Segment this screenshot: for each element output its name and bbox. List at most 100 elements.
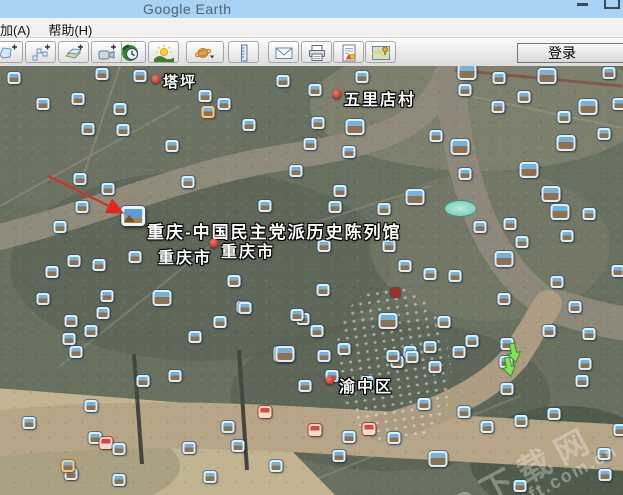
photo-icon[interactable] — [239, 302, 252, 314]
photo-icon[interactable] — [232, 440, 245, 452]
photo-icon[interactable] — [72, 93, 85, 105]
photo-icon[interactable] — [498, 293, 511, 305]
photo-icon[interactable] — [438, 316, 451, 328]
placemark-dot[interactable] — [210, 239, 219, 248]
place-label[interactable]: 塔坪 — [163, 71, 197, 92]
photo-icon[interactable] — [599, 469, 612, 481]
add-path-button[interactable] — [25, 41, 56, 63]
photo-icon[interactable] — [333, 450, 346, 462]
photo-icon[interactable] — [429, 361, 442, 373]
photo-icon[interactable] — [518, 91, 531, 103]
view-in-maps-button[interactable] — [365, 41, 396, 63]
photo-icon[interactable] — [199, 90, 212, 102]
placemark-dot[interactable] — [326, 376, 335, 385]
minimize-icon[interactable] — [577, 3, 588, 6]
photo-icon[interactable] — [576, 375, 589, 387]
photo-icon[interactable] — [346, 119, 365, 135]
photo-icon[interactable] — [183, 442, 196, 454]
photo-icon[interactable] — [277, 75, 290, 87]
photo-icon[interactable] — [189, 331, 202, 343]
photo-icon[interactable] — [243, 119, 256, 131]
photo-icon[interactable] — [579, 358, 592, 370]
photo-icon[interactable] — [228, 275, 241, 287]
photo-icon[interactable] — [356, 71, 369, 83]
photo-icon[interactable] — [291, 309, 304, 321]
planet-switch-button[interactable] — [186, 41, 224, 63]
photo-icon[interactable] — [37, 293, 50, 305]
photo-icon[interactable] — [85, 400, 98, 412]
menu-item-help[interactable]: 帮助(H) — [39, 18, 101, 39]
photo-icon[interactable] — [270, 460, 283, 472]
map-viewport[interactable]: 塔坪五里店村重庆-中国民主党派历史陈列馆重庆市重庆市渝中区 PC下载网 www.… — [0, 66, 623, 495]
photo-icon[interactable] — [23, 417, 36, 429]
login-button[interactable]: 登录 — [517, 43, 623, 63]
target-photo-icon[interactable] — [121, 206, 145, 226]
save-image-button[interactable] — [333, 41, 364, 63]
photo-icon[interactable] — [317, 284, 330, 296]
photo-icon[interactable] — [338, 343, 351, 355]
photo-icon[interactable] — [276, 346, 295, 362]
photo-icon[interactable] — [429, 451, 448, 467]
place-label[interactable]: 重庆市 — [158, 244, 212, 268]
photo-icon[interactable] — [93, 259, 106, 271]
photo-icon[interactable] — [37, 98, 50, 110]
photo-icon[interactable] — [614, 424, 623, 436]
photo-icon[interactable] — [309, 424, 322, 436]
photo-icon[interactable] — [343, 431, 356, 443]
photo-icon[interactable] — [117, 124, 130, 136]
photo-icon[interactable] — [583, 328, 596, 340]
photo-icon[interactable] — [557, 135, 576, 151]
photo-icon[interactable] — [134, 70, 147, 82]
photo-icon[interactable] — [204, 471, 217, 483]
photo-icon[interactable] — [96, 68, 109, 80]
print-button[interactable] — [301, 41, 332, 63]
add-polygon-button[interactable] — [0, 41, 23, 63]
photo-icon[interactable] — [458, 406, 471, 418]
menu-item-add[interactable]: 加(A) — [0, 18, 39, 39]
photo-icon[interactable] — [312, 117, 325, 129]
photo-icon[interactable] — [583, 208, 596, 220]
photo-icon[interactable] — [214, 316, 227, 328]
place-label[interactable]: 渝中区 — [339, 373, 393, 397]
photo-icon[interactable] — [182, 176, 195, 188]
photo-icon[interactable] — [424, 268, 437, 280]
photo-icon[interactable] — [63, 333, 76, 345]
photo-icon[interactable] — [598, 448, 611, 460]
photo-icon[interactable] — [495, 251, 514, 267]
photo-icon[interactable] — [515, 415, 528, 427]
photo-icon[interactable] — [65, 315, 78, 327]
photo-icon[interactable] — [46, 266, 59, 278]
photo-icon[interactable] — [202, 106, 215, 118]
photo-icon[interactable] — [102, 183, 115, 195]
photo-icon[interactable] — [70, 346, 83, 358]
photo-icon[interactable] — [569, 301, 582, 313]
photo-icon[interactable] — [399, 260, 412, 272]
photo-icon[interactable] — [520, 162, 539, 178]
photo-icon[interactable] — [388, 432, 401, 444]
photo-icon[interactable] — [379, 313, 398, 329]
photo-icon[interactable] — [558, 111, 571, 123]
photo-icon[interactable] — [166, 140, 179, 152]
photo-icon[interactable] — [514, 480, 527, 492]
photo-icon[interactable] — [8, 72, 21, 84]
photo-icon[interactable] — [561, 230, 574, 242]
photo-icon[interactable] — [424, 341, 437, 353]
photo-icon[interactable] — [481, 421, 494, 433]
photo-icon[interactable] — [459, 168, 472, 180]
photo-icon[interactable] — [418, 398, 431, 410]
photo-icon[interactable] — [387, 350, 400, 362]
photo-icon[interactable] — [474, 221, 487, 233]
photo-icon[interactable] — [406, 189, 425, 205]
photo-icon[interactable] — [551, 204, 570, 220]
photo-icon[interactable] — [378, 203, 391, 215]
photo-icon[interactable] — [218, 98, 231, 110]
photo-icon[interactable] — [153, 290, 172, 306]
photo-icon[interactable] — [259, 406, 272, 418]
photo-icon[interactable] — [311, 325, 324, 337]
photo-icon[interactable] — [504, 218, 517, 230]
photo-icon[interactable] — [129, 251, 142, 263]
email-button[interactable] — [268, 41, 299, 63]
photo-icon[interactable] — [309, 84, 322, 96]
photo-icon[interactable] — [538, 68, 557, 84]
placemark-dot[interactable] — [333, 90, 342, 99]
